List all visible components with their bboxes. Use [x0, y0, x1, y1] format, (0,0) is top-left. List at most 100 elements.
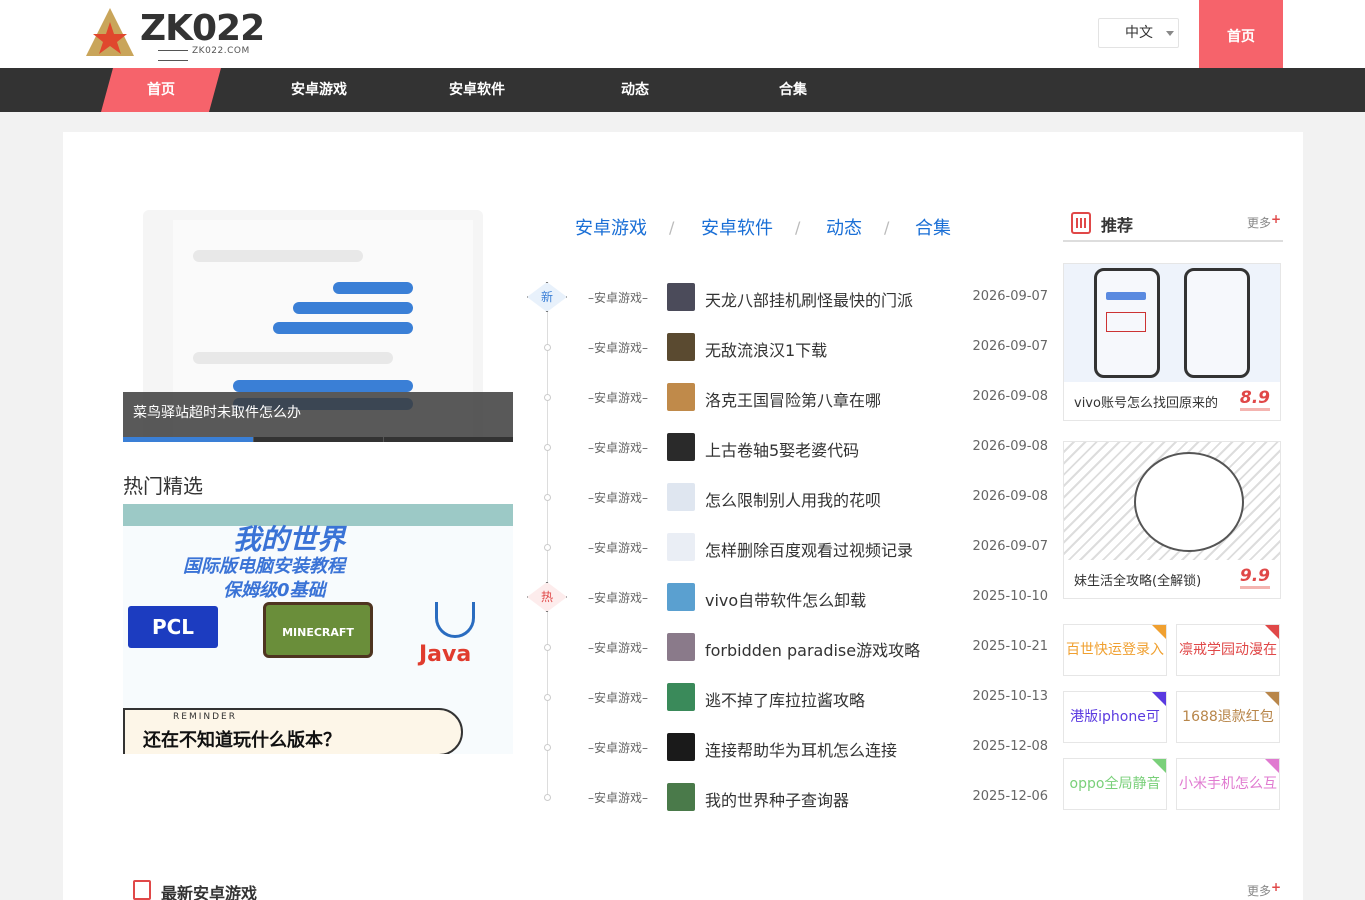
language-value: 中文: [1125, 25, 1153, 41]
list-item-title[interactable]: 无敌流浪汉1下载: [705, 337, 827, 361]
list-item-thumbnail[interactable]: [667, 283, 695, 311]
timeline-dot: [544, 444, 551, 451]
timeline-dot: [544, 644, 551, 651]
list-item-thumbnail[interactable]: [667, 783, 695, 811]
minecraft-logo: MINECRAFT: [263, 602, 373, 658]
logo-text: ZK022: [140, 8, 265, 49]
list-item-category[interactable]: –安卓游戏–: [588, 589, 648, 606]
recommend-card-name: vivo账号怎么找回原来的: [1074, 396, 1218, 411]
list-item-category[interactable]: –安卓游戏–: [588, 739, 648, 756]
hot-picks-title: 热门精选: [123, 474, 203, 498]
list-item-category[interactable]: –安卓游戏–: [588, 539, 648, 556]
home-tab[interactable]: 首页: [1199, 0, 1283, 78]
reminder-box: REMINDER 还在不知道玩什么版本？: [123, 708, 463, 754]
list-item-title[interactable]: 洛克王国冒险第八章在哪: [705, 387, 881, 411]
nav-item-android-apps[interactable]: 安卓软件: [417, 68, 537, 112]
nav-item-home[interactable]: 首页: [101, 68, 221, 112]
featured-slider[interactable]: 菜鸟驿站超时未取件怎么办: [123, 205, 513, 442]
tab-android-apps[interactable]: 安卓软件: [701, 214, 773, 240]
slide-indicator-3[interactable]: [383, 437, 513, 442]
list-flag: 新: [527, 282, 567, 312]
nav-item-collections[interactable]: 合集: [733, 68, 853, 112]
tag-link[interactable]: oppo全局静音: [1063, 758, 1167, 810]
list-item-category[interactable]: –安卓游戏–: [588, 789, 648, 806]
timeline-dot: [544, 394, 551, 401]
list-item-category[interactable]: –安卓游戏–: [588, 339, 648, 356]
list-item-category[interactable]: –安卓游戏–: [588, 389, 648, 406]
list-item-title[interactable]: vivo自带软件怎么卸载: [705, 587, 866, 611]
list-item-category[interactable]: –安卓游戏–: [588, 489, 648, 506]
list-item-category[interactable]: –安卓游戏–: [588, 639, 648, 656]
tag-link[interactable]: 凛戒学园动漫在: [1176, 624, 1280, 676]
timeline-dot: [544, 694, 551, 701]
latest-games-title: 最新安卓游戏: [161, 884, 258, 900]
recommend-card-score: 8.9: [1239, 388, 1270, 411]
list-item-thumbnail[interactable]: [667, 683, 695, 711]
list-item-title[interactable]: 我的世界种子查询器: [705, 787, 849, 811]
list-item-category[interactable]: –安卓游戏–: [588, 689, 648, 706]
list-item-title[interactable]: 上古卷轴5娶老婆代码: [705, 437, 859, 461]
list-item-thumbnail[interactable]: [667, 383, 695, 411]
site-logo[interactable]: ZK022 ZK022.COM: [84, 8, 284, 60]
tab-collections[interactable]: 合集: [915, 214, 951, 240]
tag-link[interactable]: 港版iphone可: [1063, 691, 1167, 743]
recommend-card-1[interactable]: vivo账号怎么找回原来的 8.9: [1063, 263, 1281, 421]
slide-indicator-2[interactable]: [253, 437, 383, 442]
list-item-date: 2025-10-10: [972, 589, 1048, 604]
list-item-date: 2025-10-21: [972, 639, 1048, 654]
list-item-title[interactable]: forbidden paradise游戏攻略: [705, 637, 920, 661]
pcl-logo: PCL: [128, 606, 218, 648]
banner-line-3: 保姆级0基础: [223, 580, 326, 601]
slide-indicator-1[interactable]: [123, 437, 253, 442]
recommend-card-2[interactable]: 妹生活全攻略(全解锁) 9.9: [1063, 441, 1281, 599]
star-icon: [86, 8, 134, 56]
list-item-thumbnail[interactable]: [667, 583, 695, 611]
tab-android-games[interactable]: 安卓游戏: [575, 214, 647, 240]
list-item-thumbnail[interactable]: [667, 333, 695, 361]
list-item-category[interactable]: –安卓游戏–: [588, 289, 648, 306]
list-item-category[interactable]: –安卓游戏–: [588, 439, 648, 456]
slide-caption[interactable]: 菜鸟驿站超时未取件怎么办: [123, 392, 513, 437]
list-item-date: 2026-09-07: [972, 539, 1048, 554]
timeline-dot: [544, 794, 551, 801]
java-cup-icon: [435, 602, 475, 638]
language-select[interactable]: 中文: [1098, 18, 1179, 48]
recommend-title: 推荐: [1101, 216, 1134, 235]
timeline-dot: [544, 544, 551, 551]
list-item-date: 2025-10-13: [972, 689, 1048, 704]
list-item-title[interactable]: 连接帮助华为耳机怎么连接: [705, 737, 897, 761]
list-item-title[interactable]: 怎样删除百度观看过视频记录: [705, 537, 913, 561]
list-item-title[interactable]: 天龙八部挂机刷怪最快的门派: [705, 287, 913, 311]
tab-news[interactable]: 动态: [826, 214, 862, 240]
recommend-card-name: 妹生活全攻略(全解锁): [1074, 574, 1202, 589]
tag-link[interactable]: 1688退款红包: [1176, 691, 1280, 743]
top-header: ZK022 ZK022.COM 中文 首页: [0, 0, 1365, 78]
list-item-title[interactable]: 逃不掉了库拉拉酱攻略: [705, 687, 865, 711]
reminder-text: 还在不知道玩什么版本？: [143, 730, 341, 751]
calendar-icon: [1071, 212, 1091, 234]
chevron-down-icon: [1166, 31, 1174, 36]
recommend-more-link[interactable]: 更多+: [1247, 212, 1281, 231]
list-item-thumbnail[interactable]: [667, 633, 695, 661]
recommend-card-image: [1064, 442, 1280, 560]
tag-link[interactable]: 百世快运登录入: [1063, 624, 1167, 676]
list-item-date: 2026-09-08: [972, 389, 1048, 404]
nav-item-android-games[interactable]: 安卓游戏: [259, 68, 379, 112]
list-item-date: 2025-12-06: [972, 789, 1048, 804]
hot-picks-banner[interactable]: 我的世界 国际版电脑安装教程 保姆级0基础 PCL MINECRAFT Java…: [123, 504, 513, 754]
java-logo: Java: [419, 642, 472, 667]
list-item-thumbnail[interactable]: [667, 433, 695, 461]
list-item-thumbnail[interactable]: [667, 533, 695, 561]
tag-link[interactable]: 小米手机怎么互: [1176, 758, 1280, 810]
list-flag: 热: [527, 582, 567, 612]
list-item-date: 2026-09-07: [972, 339, 1048, 354]
list-item-thumbnail[interactable]: [667, 483, 695, 511]
logo-subtext: ZK022.COM: [154, 46, 284, 66]
list-item-title[interactable]: 怎么限制别人用我的花呗: [705, 487, 881, 511]
latest-more-link[interactable]: 更多+: [1247, 880, 1281, 899]
list-item-thumbnail[interactable]: [667, 733, 695, 761]
nav-item-news[interactable]: 动态: [575, 68, 695, 112]
gamepad-icon: [133, 880, 151, 900]
timeline-dot: [544, 344, 551, 351]
timeline-dot: [544, 494, 551, 501]
